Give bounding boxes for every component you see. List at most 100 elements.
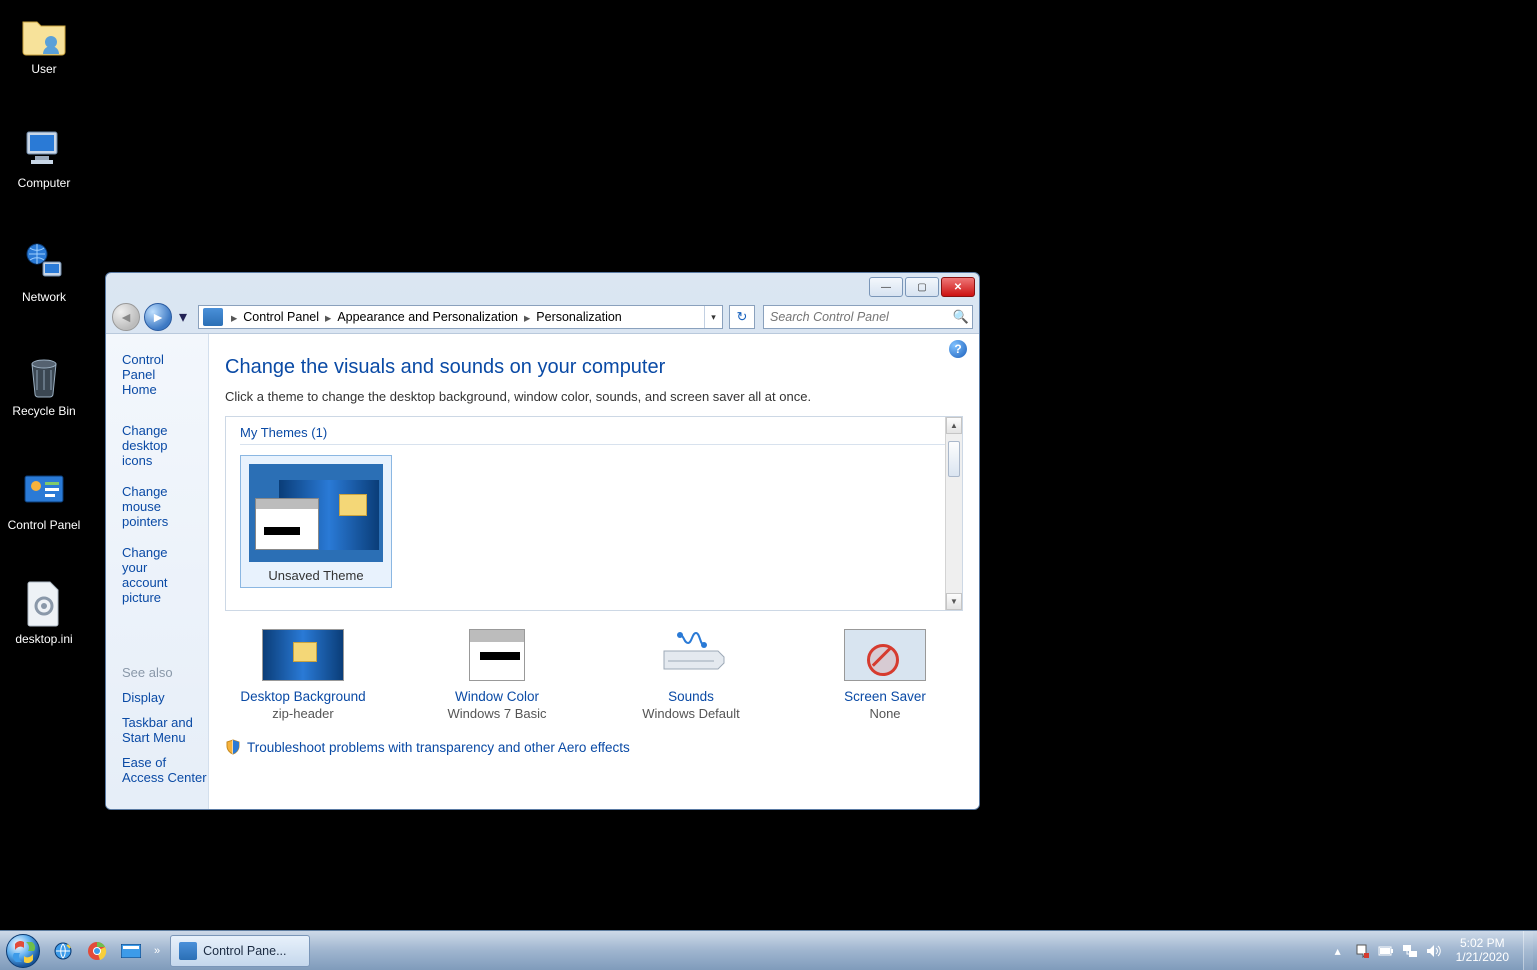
taskbar-item-controlpanel[interactable]: Control Pane... xyxy=(170,935,310,967)
sidebar-link-desktop-icons[interactable]: Change desktop icons xyxy=(122,423,192,468)
desktop-icon-label: Recycle Bin xyxy=(4,404,84,418)
option-link: Screen Saver xyxy=(815,689,955,704)
breadcrumb-item[interactable]: Control Panel xyxy=(241,310,321,324)
option-screen-saver[interactable]: Screen Saver None xyxy=(815,629,955,721)
windows-orb-icon xyxy=(6,934,40,968)
back-button[interactable]: ◄ xyxy=(112,303,140,331)
see-also-display[interactable]: Display xyxy=(122,690,208,705)
theme-tile-label: Unsaved Theme xyxy=(249,568,383,583)
theme-tile-unsaved[interactable]: Unsaved Theme xyxy=(240,455,392,588)
network-icon xyxy=(20,238,68,286)
show-desktop-button[interactable] xyxy=(1523,931,1533,970)
see-also-header: See also xyxy=(122,665,208,680)
taskbar-item-label: Control Pane... xyxy=(203,944,286,958)
themes-list: My Themes (1) Unsaved Theme ▲ ▼ xyxy=(225,416,963,611)
shield-icon xyxy=(225,739,241,755)
start-button[interactable] xyxy=(0,931,46,970)
page-title: Change the visuals and sounds on your co… xyxy=(225,356,963,379)
desktop-icon-user[interactable]: User xyxy=(4,10,84,76)
option-value: zip-header xyxy=(233,706,373,721)
desktop-icon-label: desktop.ini xyxy=(4,632,84,646)
maximize-button[interactable]: ▢ xyxy=(905,277,939,297)
see-also-taskbar[interactable]: Taskbar and Start Menu xyxy=(122,715,208,745)
pinned-chrome[interactable] xyxy=(83,937,111,965)
control-panel-window: — ▢ ✕ ◄ ► ▾ ▸ Control Panel ▸ Appearance… xyxy=(105,272,980,810)
sidebar-link-mouse-pointers[interactable]: Change mouse pointers xyxy=(122,484,192,529)
minimize-button[interactable]: — xyxy=(869,277,903,297)
address-bar[interactable]: ▸ Control Panel ▸ Appearance and Persona… xyxy=(198,305,723,329)
forward-button[interactable]: ► xyxy=(144,303,172,331)
clock-time: 5:02 PM xyxy=(1456,937,1509,951)
taskbar: » Control Pane... ▴ 5:02 PM 1/21/2020 xyxy=(0,930,1537,970)
page-subtitle: Click a theme to change the desktop back… xyxy=(225,389,963,404)
see-also-ease-of-access[interactable]: Ease of Access Center xyxy=(122,755,208,785)
tray-battery-icon[interactable] xyxy=(1378,943,1394,959)
desktop-background-icon xyxy=(262,629,344,681)
scroll-thumb[interactable] xyxy=(948,441,960,477)
option-window-color[interactable]: Window Color Windows 7 Basic xyxy=(427,629,567,721)
ini-file-icon xyxy=(20,580,68,628)
computer-icon xyxy=(20,124,68,172)
address-dropdown[interactable]: ▾ xyxy=(704,306,722,328)
desktop-icon-computer[interactable]: Computer xyxy=(4,124,84,190)
breadcrumb-item[interactable]: Personalization xyxy=(534,310,623,324)
scroll-up-button[interactable]: ▲ xyxy=(946,417,962,434)
option-value: Windows 7 Basic xyxy=(427,706,567,721)
sidebar-link-account-picture[interactable]: Change your account picture xyxy=(122,545,192,605)
troubleshoot-link[interactable]: Troubleshoot problems with transparency … xyxy=(247,740,630,755)
option-value: Windows Default xyxy=(621,706,761,721)
help-icon[interactable]: ? xyxy=(949,340,967,358)
control-panel-icon xyxy=(20,466,68,514)
recycle-bin-icon xyxy=(20,352,68,400)
search-input[interactable] xyxy=(764,310,950,324)
troubleshoot-row: Troubleshoot problems with transparency … xyxy=(225,739,963,755)
taskbar-clock[interactable]: 5:02 PM 1/21/2020 xyxy=(1450,937,1515,965)
search-icon[interactable]: 🔍 xyxy=(950,309,972,325)
close-button[interactable]: ✕ xyxy=(941,277,975,297)
option-link: Sounds xyxy=(621,689,761,704)
breadcrumb-item[interactable]: Appearance and Personalization xyxy=(335,310,520,324)
tray-volume-icon[interactable] xyxy=(1426,943,1442,959)
pinned-app[interactable] xyxy=(117,937,145,965)
desktop-icon-desktopini[interactable]: desktop.ini xyxy=(4,580,84,646)
tray-network-icon[interactable] xyxy=(1402,943,1418,959)
scrollbar[interactable]: ▲ ▼ xyxy=(945,417,962,610)
option-sounds[interactable]: Sounds Windows Default xyxy=(621,629,761,721)
option-link: Window Color xyxy=(427,689,567,704)
navigation-bar: ◄ ► ▾ ▸ Control Panel ▸ Appearance and P… xyxy=(106,301,979,333)
themes-group-header: My Themes (1) xyxy=(240,425,948,445)
address-icon xyxy=(203,308,223,326)
theme-preview xyxy=(249,464,383,562)
window-color-icon xyxy=(469,629,525,681)
content-pane: ? Change the visuals and sounds on your … xyxy=(209,334,979,809)
desktop-icon-recyclebin[interactable]: Recycle Bin xyxy=(4,352,84,418)
option-link: Desktop Background xyxy=(233,689,373,704)
refresh-button[interactable]: ↻ xyxy=(729,305,755,329)
chevron-icon[interactable]: ▸ xyxy=(321,310,335,325)
option-value: None xyxy=(815,706,955,721)
desktop-icon-label: Network xyxy=(4,290,84,304)
tray-action-center-icon[interactable] xyxy=(1354,943,1370,959)
sidebar-home-link[interactable]: Control Panel Home xyxy=(122,352,192,397)
titlebar[interactable]: — ▢ ✕ xyxy=(106,273,979,301)
sidebar: Control Panel Home Change desktop icons … xyxy=(106,334,209,809)
sidebar-see-also: See also Display Taskbar and Start Menu … xyxy=(122,665,208,795)
desktop-icon-network[interactable]: Network xyxy=(4,238,84,304)
sounds-icon xyxy=(650,629,732,681)
personalization-options: Desktop Background zip-header Window Col… xyxy=(225,629,963,721)
option-desktop-background[interactable]: Desktop Background zip-header xyxy=(233,629,373,721)
scroll-down-button[interactable]: ▼ xyxy=(946,593,962,610)
desktop-icon-controlpanel[interactable]: Control Panel xyxy=(4,466,84,532)
desktop-icon-label: User xyxy=(4,62,84,76)
clock-date: 1/21/2020 xyxy=(1456,951,1509,965)
taskbar-item-icon xyxy=(179,942,197,960)
history-dropdown[interactable]: ▾ xyxy=(176,303,190,331)
taskbar-overflow[interactable]: » xyxy=(154,945,160,957)
desktop-icon-label: Computer xyxy=(4,176,84,190)
chevron-icon[interactable]: ▸ xyxy=(520,310,534,325)
tray-show-hidden[interactable]: ▴ xyxy=(1330,943,1346,959)
chevron-icon[interactable]: ▸ xyxy=(227,310,241,325)
pinned-ie[interactable] xyxy=(49,937,77,965)
search-box: 🔍 xyxy=(763,305,973,329)
window-body: Control Panel Home Change desktop icons … xyxy=(106,333,979,809)
